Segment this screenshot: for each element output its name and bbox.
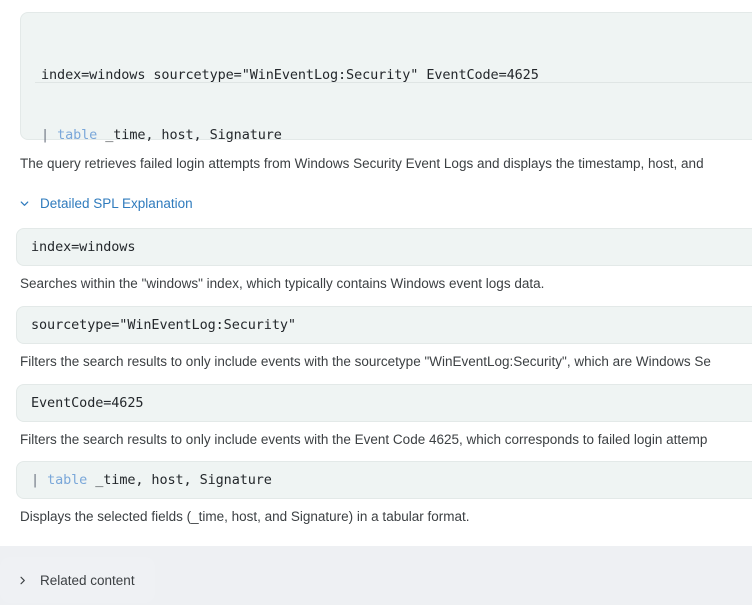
explanation-description-3: Filters the search results to only inclu… <box>20 432 708 447</box>
explanation-code-3-text: EventCode=4625 <box>31 395 144 411</box>
related-content-toggle[interactable]: Related content <box>0 557 155 603</box>
explanation-description-2: Filters the search results to only inclu… <box>20 354 711 369</box>
spl-query-fields: _time, host, Signature <box>97 127 282 143</box>
explanation-description-1: Searches within the "windows" index, whi… <box>20 276 545 291</box>
spl-query-line-2: | table _time, host, Signature <box>41 121 747 149</box>
main-spl-query-block[interactable]: index=windows sourcetype="WinEventLog:Se… <box>20 12 752 143</box>
related-content-label: Related content <box>40 572 135 588</box>
chevron-down-icon <box>18 197 31 210</box>
pipe-symbol: | <box>41 127 50 143</box>
explanation-code-1-text: index=windows <box>31 239 136 255</box>
code-block-divider <box>35 82 752 83</box>
spl-keyword-table: table <box>57 127 98 143</box>
explanation-code-block-3[interactable]: EventCode=4625 <box>16 384 752 422</box>
query-summary-text: The query retrieves failed login attempt… <box>20 156 704 171</box>
explanation-code-2-text: sourcetype="WinEventLog:Security" <box>31 317 296 333</box>
detailed-spl-explanation-toggle[interactable]: Detailed SPL Explanation <box>18 196 193 211</box>
page-root: index=windows sourcetype="WinEventLog:Se… <box>0 0 752 605</box>
pipe-symbol-2: | <box>31 472 40 488</box>
chevron-right-icon <box>16 574 29 587</box>
explanation-code-block-1[interactable]: index=windows <box>16 228 752 266</box>
spl-keyword-table-2: table <box>47 472 88 488</box>
explanation-code-block-4[interactable]: | table _time, host, Signature <box>16 461 752 499</box>
explanation-code-4-fields: _time, host, Signature <box>87 472 272 488</box>
spl-query-line-1: index=windows sourcetype="WinEventLog:Se… <box>41 67 539 83</box>
detailed-spl-explanation-label: Detailed SPL Explanation <box>40 196 193 211</box>
explanation-code-block-2[interactable]: sourcetype="WinEventLog:Security" <box>16 306 752 344</box>
explanation-description-4: Displays the selected fields (_time, hos… <box>20 509 470 524</box>
spl-explanation-card: index=windows sourcetype="WinEventLog:Se… <box>0 0 752 546</box>
